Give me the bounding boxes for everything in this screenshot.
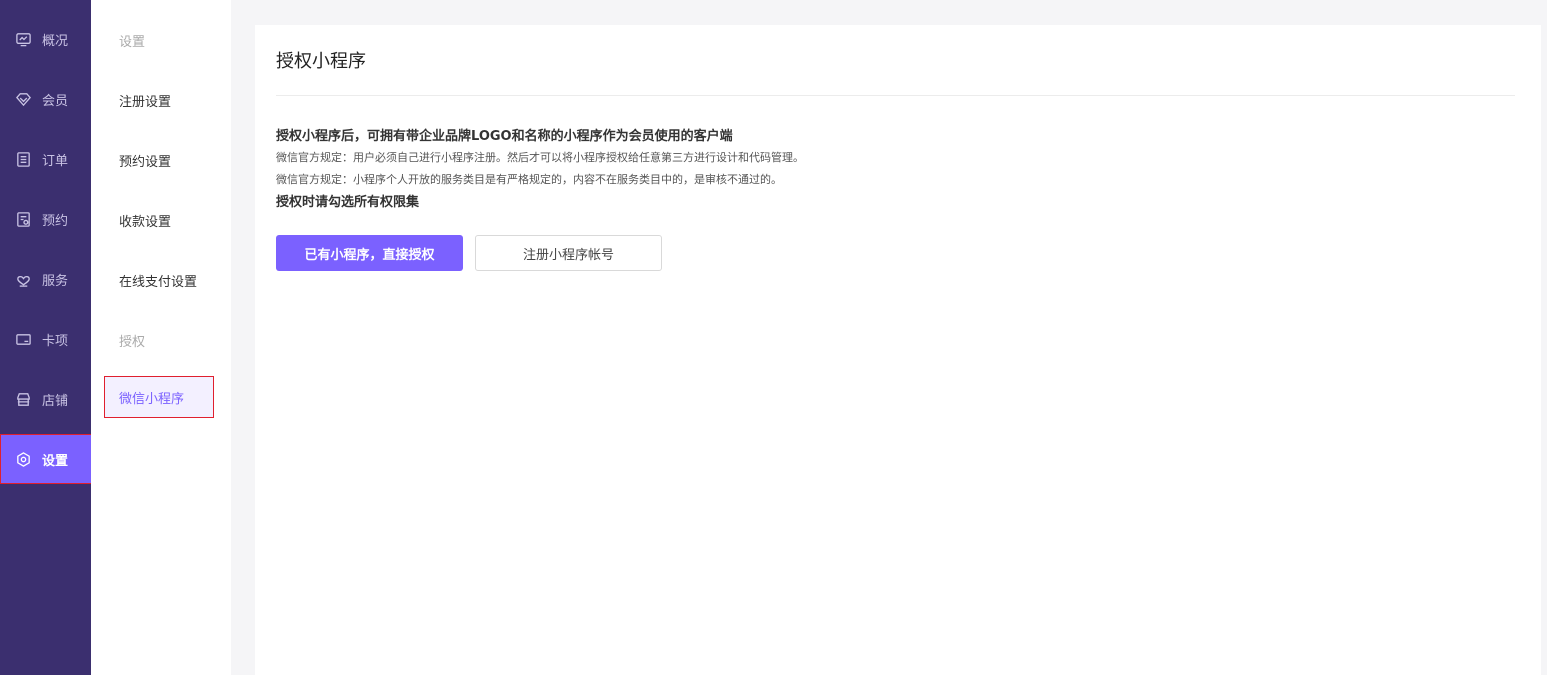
- authorize-existing-button[interactable]: 已有小程序，直接授权: [276, 235, 463, 271]
- nav-label: 概况: [42, 33, 69, 49]
- nav-item-orders[interactable]: 订单: [0, 134, 91, 184]
- nav-item-store[interactable]: 店铺: [0, 374, 91, 424]
- nav-label: 订单: [42, 153, 69, 169]
- settings-icon: [14, 450, 32, 468]
- app-root: 概况 会员 订单 预约 服务 卡项 店铺 设置 设置 注册设置 预约设置 收款设…: [0, 0, 1547, 675]
- nav-label: 预约: [42, 213, 69, 229]
- store-icon: [14, 390, 32, 408]
- secondary-sidebar: 设置 注册设置 预约设置 收款设置 在线支付设置 授权 微信小程序: [91, 0, 231, 675]
- title-divider: [276, 95, 1515, 96]
- nav-item-bookings[interactable]: 预约: [0, 194, 91, 244]
- card-icon: [14, 330, 32, 348]
- content-card: 授权小程序 授权小程序后，可拥有带企业品牌LOGO和名称的小程序作为会员使用的客…: [255, 25, 1541, 675]
- list-icon: [14, 150, 32, 168]
- nav-label: 会员: [42, 93, 69, 109]
- page-title: 授权小程序: [276, 51, 366, 72]
- subnav-group-settings: 设置: [119, 35, 146, 50]
- info-footer: 授权时请勾选所有权限集: [276, 195, 420, 210]
- subnav-item-register-settings[interactable]: 注册设置: [119, 91, 171, 110]
- diamond-icon: [14, 90, 32, 108]
- calendar-icon: [14, 210, 32, 228]
- nav-item-overview[interactable]: 概况: [0, 14, 91, 64]
- nav-label: 卡项: [42, 333, 69, 349]
- subnav-item-label: 微信小程序: [119, 391, 185, 407]
- nav-item-services[interactable]: 服务: [0, 254, 91, 304]
- rule-text-2: 微信官方规定：小程序个人开放的服务类目是有严格规定的，内容不在服务类目中的，是审…: [276, 173, 782, 186]
- nav-item-cards[interactable]: 卡项: [0, 314, 91, 364]
- monitor-icon: [14, 30, 32, 48]
- nav-label: 店铺: [42, 393, 69, 409]
- info-heading: 授权小程序后，可拥有带企业品牌LOGO和名称的小程序作为会员使用的客户端: [276, 129, 733, 144]
- nav-label: 设置: [42, 453, 69, 469]
- rule-text-1: 微信官方规定：用户必须自己进行小程序注册。然后才可以将小程序授权给任意第三方进行…: [276, 151, 804, 164]
- subnav-group-auth: 授权: [119, 335, 146, 350]
- nav-label: 服务: [42, 273, 69, 289]
- register-miniprogram-button[interactable]: 注册小程序帐号: [475, 235, 662, 271]
- nav-item-members[interactable]: 会员: [0, 74, 91, 124]
- subnav-item-online-payment-settings[interactable]: 在线支付设置: [119, 271, 197, 290]
- subnav-item-wechat-miniprogram[interactable]: 微信小程序: [104, 376, 214, 418]
- subnav-item-payment-settings[interactable]: 收款设置: [119, 211, 171, 230]
- primary-sidebar: 概况 会员 订单 预约 服务 卡项 店铺 设置: [0, 0, 97, 675]
- nav-item-settings[interactable]: 设置: [0, 434, 97, 484]
- heart-hand-icon: [14, 270, 32, 288]
- subnav-item-booking-settings[interactable]: 预约设置: [119, 151, 171, 170]
- content-top-gap: [231, 0, 1547, 24]
